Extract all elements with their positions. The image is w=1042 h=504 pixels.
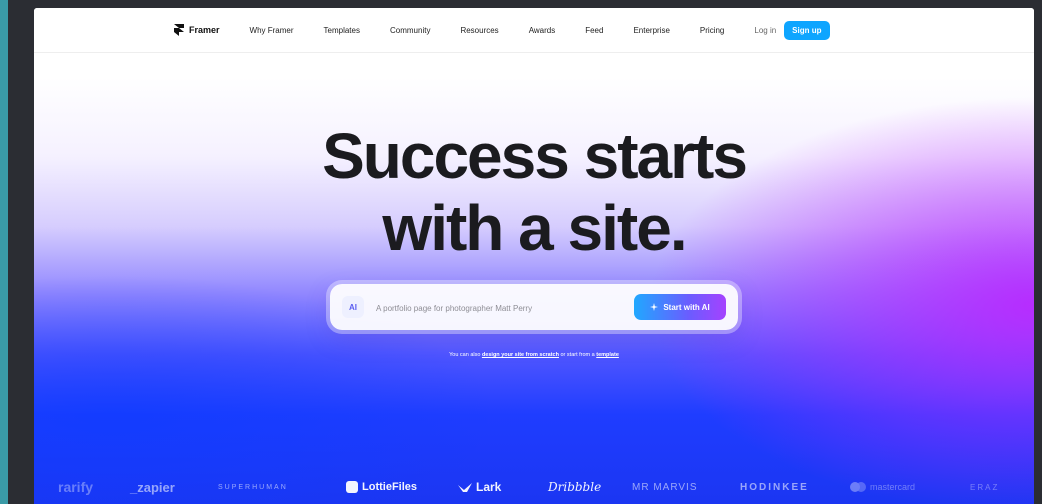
logo-hodinkee: HODINKEE (740, 481, 809, 493)
logo-rarify: rarify (58, 479, 94, 495)
logo-lottiefiles: LottieFiles (346, 481, 417, 493)
nav-why-framer[interactable]: Why Framer (250, 26, 294, 35)
subtext-prefix: You can also (449, 352, 481, 358)
logo-zapier: _zapier (130, 479, 175, 495)
nav-pricing[interactable]: Pricing (700, 26, 724, 35)
nav-inner: Framer Why Framer Templates Community Re… (174, 8, 830, 52)
signup-button[interactable]: Sign up (784, 20, 830, 40)
browser-page: Framer Why Framer Templates Community Re… (34, 8, 1034, 504)
customer-logos: rarify _zapier SUPERHUMAN LottieFiles La… (34, 478, 1034, 496)
lottiefiles-name: LottieFiles (362, 481, 418, 493)
subtext-middle: or start from a (560, 352, 595, 358)
sparkle-icon (650, 303, 659, 311)
nav-feed[interactable]: Feed (585, 26, 603, 35)
lark-icon (458, 483, 472, 492)
brand-name: Framer (189, 25, 220, 35)
logo-mastercard: mastercard (850, 482, 915, 492)
logo-eraz: ERAZ (970, 482, 1000, 492)
ai-prompt-box: AI Start with AI (330, 284, 738, 330)
nav-enterprise[interactable]: Enterprise (633, 26, 669, 35)
login-link[interactable]: Log in (754, 26, 776, 35)
logo-mr-marvis: MR MARVIS (632, 481, 698, 493)
lottiefiles-icon (346, 481, 358, 493)
template-link[interactable]: template (596, 352, 619, 358)
nav-awards[interactable]: Awards (529, 26, 556, 35)
lark-name: Lark (476, 480, 502, 494)
framer-logo[interactable]: Framer (174, 24, 220, 36)
nav-templates[interactable]: Templates (324, 26, 360, 35)
nav-resources[interactable]: Resources (460, 26, 498, 35)
start-with-ai-button[interactable]: Start with AI (634, 294, 726, 320)
logo-dribbble: Dribbble (548, 480, 602, 494)
desktop-edge (0, 0, 8, 504)
hero-line-1: Success starts (322, 120, 748, 192)
top-nav: Framer Why Framer Templates Community Re… (34, 8, 1034, 53)
hero-line-2: with a site. (382, 192, 687, 264)
mastercard-name: mastercard (870, 482, 916, 492)
hero-heading: Success starts with a site. (34, 120, 1034, 264)
ai-icon: AI (342, 296, 364, 318)
ai-prompt-input[interactable] (374, 298, 628, 318)
nav-community[interactable]: Community (390, 26, 430, 35)
logo-superhuman: SUPERHUMAN (218, 483, 288, 491)
framer-icon (174, 24, 184, 36)
start-with-ai-label: Start with AI (663, 302, 710, 312)
design-from-scratch-link[interactable]: design your site from scratch (482, 352, 559, 358)
logo-lark: Lark (458, 480, 501, 494)
mastercard-icon (850, 482, 866, 492)
alternative-options: You can also design your site from scrat… (34, 352, 1034, 358)
